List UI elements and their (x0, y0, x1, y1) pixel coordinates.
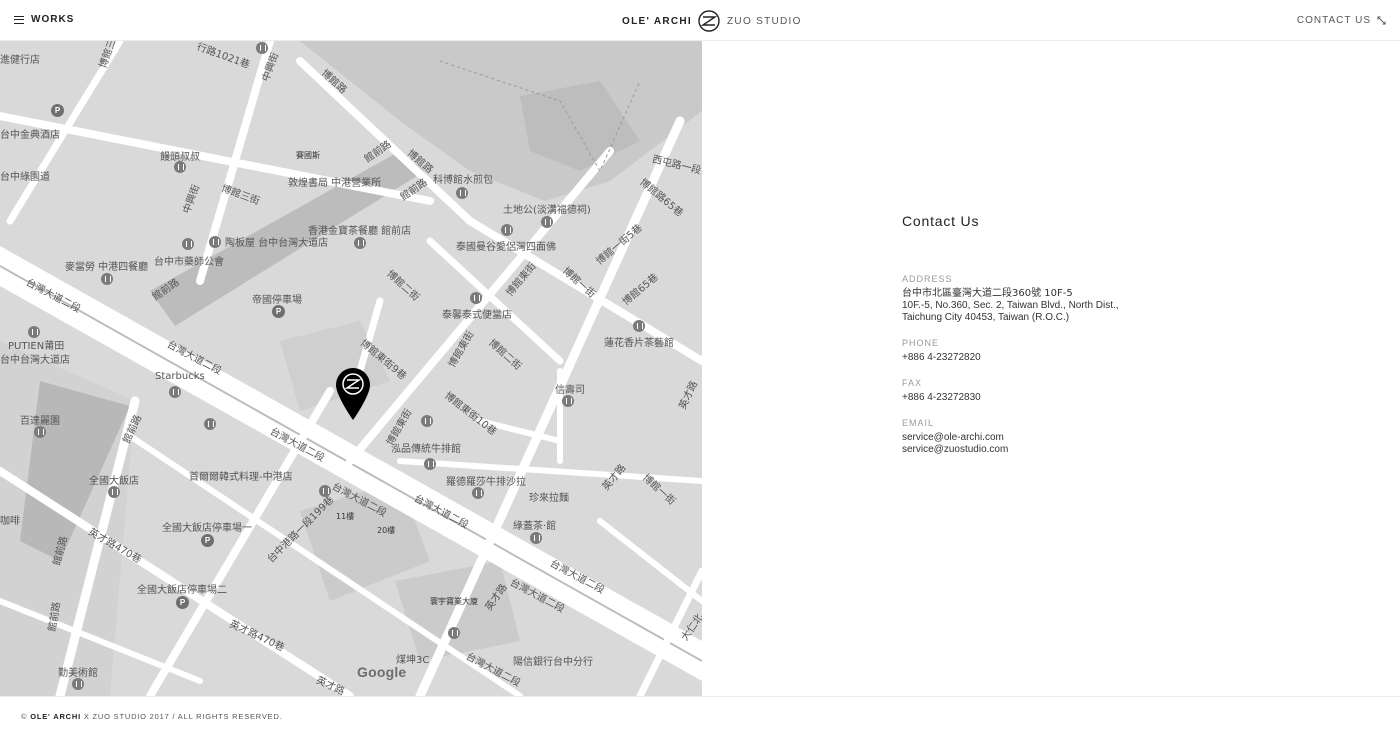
map-label: 首爾爾韓式料理-中港店 (189, 472, 293, 483)
restaurant-icon (633, 320, 645, 332)
map-label: 進健行店 (0, 55, 40, 66)
footer: © OLE' ARCHI X ZUO STUDIO 2017 / ALL RIG… (0, 696, 1400, 734)
copyright-text: © OLE' ARCHI X ZUO STUDIO 2017 / ALL RIG… (21, 712, 283, 721)
map-label: 全國大飯店 (89, 476, 139, 487)
map-label: 百達麗園 (20, 416, 60, 427)
map-label: 麥當勞 中港四餐廳 (65, 262, 149, 273)
address-label: ADDRESS (902, 274, 953, 284)
map-label: 20樓 (377, 526, 396, 535)
map-label: 泰國曼谷愛侶灣四面佛 (456, 242, 556, 253)
restaurant-icon (424, 458, 436, 470)
map-label: 蓮花香片茶藝館 (604, 338, 674, 349)
fax-section: FAX +886 4-23272830 (902, 378, 1302, 404)
brand-left-text: OLE' ARCHI (622, 15, 693, 27)
phone-label: PHONE (902, 338, 940, 348)
map-label: 敦煌書局 中港營業所 (288, 178, 382, 189)
brand-right-text: ZUO STUDIO (727, 15, 802, 27)
restaurant-icon (354, 237, 366, 249)
fax-value: +886 4-23272830 (902, 392, 981, 403)
email-label: EMAIL (902, 418, 935, 428)
brand-logo-link[interactable]: OLE' ARCHI ZUO STUDIO (622, 10, 802, 32)
poi-icon (530, 532, 542, 544)
address-section: ADDRESS 台中市北區臺灣大道二段360號 10F-5 10F.-5, No… (902, 274, 1302, 324)
shop-icon (204, 418, 216, 430)
address-en-line2: Taichung City 40453, Taiwan (R.O.C.) (902, 312, 1070, 323)
map-label: 寰宇寶業大廈 (430, 597, 478, 606)
map-label: 台中市藥師公會 (154, 257, 224, 268)
map-label: 賽國斯 (296, 151, 320, 160)
works-label: WORKS (31, 14, 75, 25)
works-menu-button[interactable]: WORKS (14, 14, 74, 25)
map-label: PUTIEN莆田 (8, 341, 65, 352)
arrows-expand-icon (1377, 16, 1386, 25)
cafe-icon (169, 386, 181, 398)
restaurant-icon (472, 487, 484, 499)
contact-us-label: CONTACT US (1296, 15, 1371, 26)
poi-icon (256, 42, 268, 54)
contact-us-link[interactable]: CONTACT US (1297, 15, 1386, 26)
location-map[interactable]: 博館三街 進健行店 行路1021巷 中興街 博館路 台中金典酒店 饅頭叔叔 賽國… (0, 41, 702, 696)
map-label: 羅德羅莎牛排沙拉 (446, 477, 526, 488)
map-label: 信壽司 (555, 385, 585, 396)
parking-icon: P (51, 104, 64, 117)
poi-icon (182, 238, 194, 250)
map-label: 帝國停車場 (252, 295, 302, 306)
map-label: 泰馨泰式便當店 (442, 310, 512, 321)
address-en-line1: 10F.-5, No.360, Sec. 2, Taiwan Blvd., No… (902, 300, 1119, 311)
map-label: 勤美術館 (58, 668, 98, 679)
email-link-2[interactable]: service@zuostudio.com (902, 444, 1302, 456)
contact-panel: Contact Us ADDRESS 台中市北區臺灣大道二段360號 10F-5… (902, 213, 1302, 470)
header: WORKS OLE' ARCHI ZUO STUDIO CONTACT US (0, 0, 1400, 41)
map-label: 珍來拉麵 (529, 493, 569, 504)
email-link-1[interactable]: service@ole-archi.com (902, 432, 1302, 444)
map-label: 陶板屋 台中台灣大道店 (225, 238, 329, 249)
temple-icon (501, 224, 513, 236)
fax-label: FAX (902, 378, 923, 388)
map-label: 全國大飯店停車場二 (137, 585, 227, 596)
map-label: 泓品傳統牛排館 (391, 444, 461, 455)
restaurant-icon (470, 292, 482, 304)
restaurant-icon (456, 187, 468, 199)
temple-icon (541, 216, 553, 228)
poi-icon (34, 426, 46, 438)
hotel-icon (108, 486, 120, 498)
google-logo: Google (357, 664, 407, 680)
footer-rights: X ZUO STUDIO 2017 / ALL RIGHTS RESERVED. (80, 712, 283, 721)
map-label: 土地公(淡溝福德祠) (503, 205, 591, 216)
shop-icon (448, 627, 460, 639)
map-label: 全國大飯店停車場一 (162, 523, 252, 534)
restaurant-icon (209, 236, 221, 248)
map-label: 綠蓋茶·館 (513, 521, 557, 532)
restaurant-icon (421, 415, 433, 427)
map-label: 科博館水煎包 (433, 175, 493, 186)
location-pin-icon[interactable] (335, 367, 371, 421)
museum-icon (72, 678, 84, 690)
contact-title: Contact Us (902, 213, 980, 229)
map-label: Starbucks (155, 371, 205, 382)
parking-icon: P (272, 305, 285, 318)
restaurant-icon (28, 326, 40, 338)
restaurant-icon (101, 273, 113, 285)
hamburger-icon (14, 15, 24, 24)
address-zh: 台中市北區臺灣大道二段360號 10F-5 (902, 288, 1073, 299)
email-section: EMAIL service@ole-archi.com service@zuos… (902, 418, 1302, 456)
footer-brand: OLE' ARCHI (30, 712, 81, 721)
phone-section: PHONE +886 4-23272820 (902, 338, 1302, 364)
phone-value[interactable]: +886 4-23272820 (902, 352, 1302, 364)
restaurant-icon (562, 395, 574, 407)
restaurant-icon (319, 485, 331, 497)
map-label: 台中台灣大道店 (0, 355, 70, 366)
map-label: 11樓 (336, 512, 355, 521)
poi-icon (174, 161, 186, 173)
map-label: 咖啡 (0, 516, 20, 527)
zuo-circle-logo-icon (698, 10, 720, 32)
map-label: 陽信銀行台中分行 (513, 657, 593, 668)
parking-icon: P (201, 534, 214, 547)
parking-icon: P (176, 596, 189, 609)
map-label: 台中綠園道 (0, 172, 50, 183)
map-label: 台中金典酒店 (0, 130, 60, 141)
